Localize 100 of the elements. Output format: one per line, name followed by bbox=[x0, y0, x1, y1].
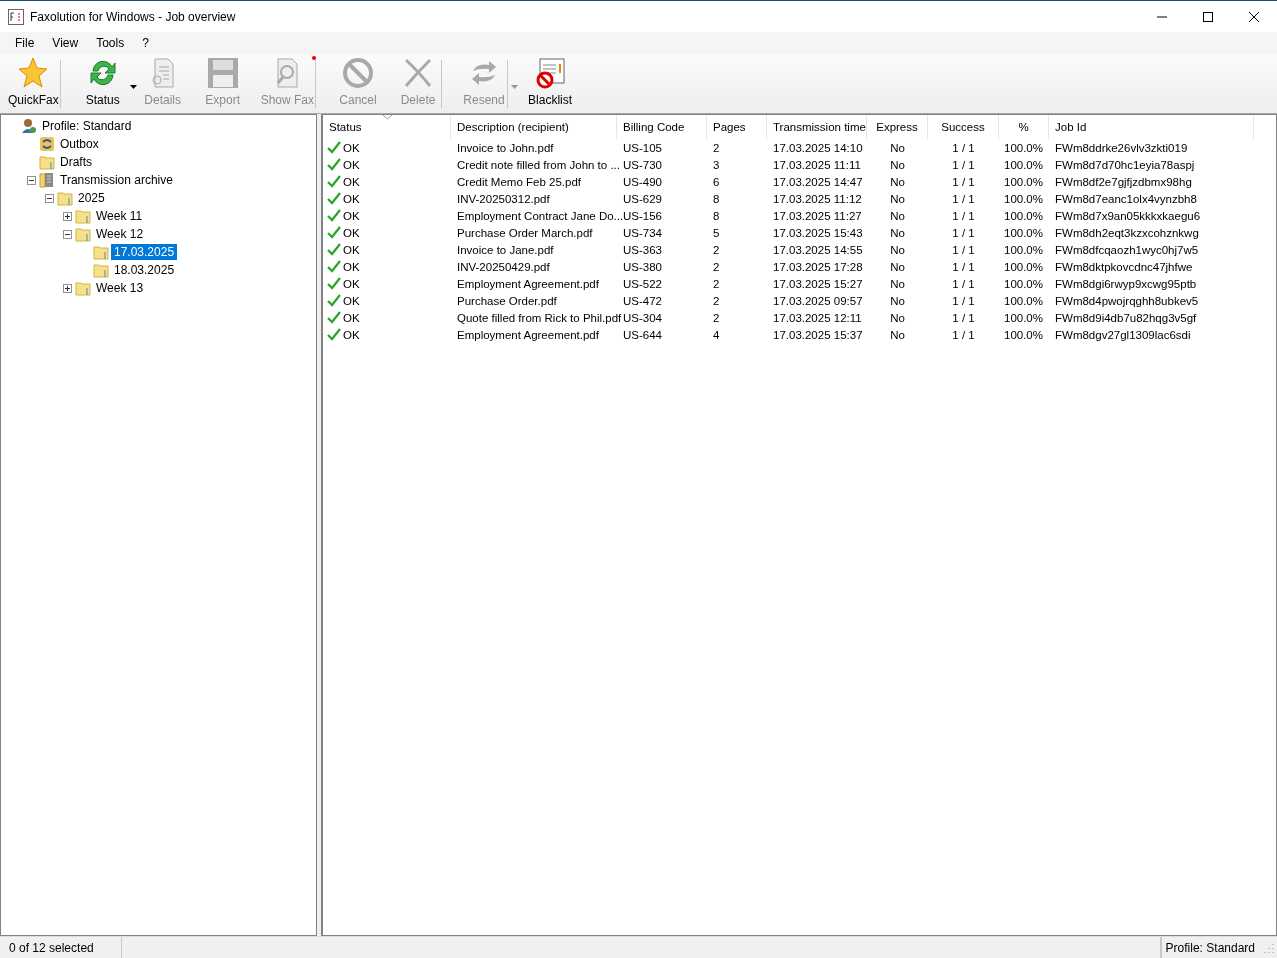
app-icon bbox=[8, 8, 24, 25]
table-cell: 17.03.2025 14:47 bbox=[773, 175, 863, 188]
table-cell: Purchase Order.pdf bbox=[457, 294, 557, 307]
table-cell: 100.0% bbox=[1004, 328, 1043, 341]
table-cell: Credit Memo Feb 25.pdf bbox=[457, 175, 581, 188]
column-header[interactable]: Job Id bbox=[1049, 115, 1254, 139]
tree-item[interactable]: Drafts bbox=[57, 154, 95, 170]
tree-item[interactable]: 18.03.2025 bbox=[111, 262, 178, 278]
column-header[interactable]: Success bbox=[928, 115, 999, 139]
table-cell: 100.0% bbox=[1004, 192, 1043, 205]
table-cell: INV-20250429.pdf bbox=[457, 260, 550, 273]
table-cell: 17.03.2025 14:10 bbox=[773, 141, 863, 154]
table-cell: 1 / 1 bbox=[952, 328, 975, 341]
table-cell: 100.0% bbox=[1004, 277, 1043, 290]
table-cell: No bbox=[890, 328, 905, 341]
table-cell: 8 bbox=[713, 209, 720, 222]
table-cell: OK bbox=[343, 243, 360, 256]
star-icon bbox=[18, 57, 49, 89]
table-cell: Invoice to John.pdf bbox=[457, 141, 554, 154]
collapse-toggle-icon[interactable] bbox=[27, 175, 36, 185]
folder-icon bbox=[39, 154, 55, 170]
table-cell: 2 bbox=[713, 311, 720, 324]
column-header[interactable]: Description (recipient) bbox=[451, 115, 617, 139]
table-cell: 2 bbox=[713, 243, 720, 256]
table-cell: 4 bbox=[713, 328, 720, 341]
table-cell: US-156 bbox=[623, 209, 662, 222]
table-cell: OK bbox=[343, 175, 360, 188]
table-cell: Quote filled from Rick to Phil.pdf bbox=[457, 311, 622, 324]
table-cell: 1 / 1 bbox=[952, 175, 975, 188]
close-icon[interactable] bbox=[1248, 10, 1260, 23]
menu-item[interactable]: Tools bbox=[87, 34, 134, 52]
tree-item[interactable]: Profile: Standard bbox=[39, 118, 135, 134]
table-cell: US-363 bbox=[623, 243, 662, 256]
table-cell: OK bbox=[343, 277, 360, 290]
checkmark-icon bbox=[327, 260, 341, 273]
table-cell: FWm8d4pwojrqghh8ubkev5 bbox=[1055, 294, 1199, 307]
table-cell: OK bbox=[343, 141, 360, 154]
tree-item[interactable]: Week 13 bbox=[93, 280, 147, 296]
table-cell: No bbox=[890, 175, 905, 188]
table-cell: 100.0% bbox=[1004, 158, 1043, 171]
menu-item[interactable]: View bbox=[43, 34, 88, 52]
notification-dot bbox=[312, 56, 317, 60]
table-cell: 100.0% bbox=[1004, 311, 1043, 324]
table-cell: 2 bbox=[713, 141, 720, 154]
table-cell: 1 / 1 bbox=[952, 209, 975, 222]
table-cell: 1 / 1 bbox=[952, 226, 975, 239]
column-header[interactable]: Status bbox=[323, 115, 451, 139]
table-cell: Employment Contract Jane Do... bbox=[457, 209, 624, 222]
table-cell: 100.0% bbox=[1004, 243, 1043, 256]
table-cell: OK bbox=[343, 311, 360, 324]
tree-item[interactable]: 2025 bbox=[75, 190, 108, 206]
checkmark-icon bbox=[327, 226, 341, 239]
table-cell: FWm8dfcqaozh1wyc0hj7w5 bbox=[1055, 243, 1199, 256]
column-header[interactable]: Transmission time bbox=[767, 115, 867, 139]
column-header[interactable]: Express bbox=[867, 115, 928, 139]
table-cell: OK bbox=[343, 260, 360, 273]
toolbar-button[interactable]: Status bbox=[72, 54, 133, 113]
toolbar-button[interactable]: Blacklist bbox=[520, 54, 581, 113]
table-cell: FWm8d7x9an05kkkxkaegu6 bbox=[1055, 209, 1201, 222]
table-cell: 17.03.2025 11:11 bbox=[773, 158, 861, 171]
resize-grip-icon bbox=[1263, 941, 1275, 954]
table-cell: 17.03.2025 15:27 bbox=[773, 277, 863, 290]
table-cell: US-730 bbox=[623, 158, 662, 171]
tree-item[interactable]: Week 11 bbox=[93, 208, 146, 224]
column-header[interactable]: Billing Code bbox=[617, 115, 707, 139]
tree-item[interactable]: 17.03.2025 bbox=[111, 244, 178, 260]
table-cell: Employment Agreement.pdf bbox=[457, 277, 599, 290]
table-cell: 100.0% bbox=[1004, 294, 1043, 307]
blocked-list-icon bbox=[534, 57, 567, 89]
table-cell: 1 / 1 bbox=[952, 294, 975, 307]
expand-toggle-icon[interactable] bbox=[63, 283, 72, 293]
menu-item[interactable]: File bbox=[6, 34, 44, 52]
table-cell: 1 / 1 bbox=[952, 192, 975, 205]
table-cell: US-472 bbox=[623, 294, 662, 307]
tree-item[interactable]: Outbox bbox=[57, 136, 102, 152]
maximize-icon[interactable] bbox=[1202, 10, 1214, 23]
collapse-toggle-icon[interactable] bbox=[63, 229, 72, 239]
folder-icon bbox=[93, 262, 109, 278]
table-cell: FWm8dh2eqt3kzxcohznkwg bbox=[1055, 226, 1199, 239]
table-cell: No bbox=[890, 158, 905, 171]
expand-toggle-icon[interactable] bbox=[63, 211, 72, 221]
table-cell: Employment Agreement.pdf bbox=[457, 328, 599, 341]
table-cell: No bbox=[890, 294, 905, 307]
checkmark-icon bbox=[327, 209, 341, 222]
table-cell: OK bbox=[343, 209, 360, 222]
checkmark-icon bbox=[327, 141, 341, 154]
collapse-toggle-icon[interactable] bbox=[45, 193, 54, 203]
column-header[interactable]: % bbox=[999, 115, 1049, 139]
tree-item[interactable]: Week 12 bbox=[93, 226, 147, 242]
table-cell: Invoice to Jane.pdf bbox=[457, 243, 554, 256]
column-header[interactable]: Pages bbox=[707, 115, 767, 139]
table-cell: FWm8dktpkovcdnc47jhfwe bbox=[1055, 260, 1193, 273]
checkmark-icon bbox=[327, 277, 341, 290]
menu-item[interactable]: ? bbox=[133, 34, 158, 52]
table-cell: INV-20250312.pdf bbox=[457, 192, 550, 205]
tree-item[interactable]: Transmission archive bbox=[57, 172, 176, 188]
table-cell: 17.03.2025 12:11 bbox=[773, 311, 862, 324]
table-cell: Purchase Order March.pdf bbox=[457, 226, 593, 239]
table-cell: FWm8dgi6rwyp9xcwg95ptb bbox=[1055, 277, 1197, 290]
table-cell: No bbox=[890, 277, 905, 290]
